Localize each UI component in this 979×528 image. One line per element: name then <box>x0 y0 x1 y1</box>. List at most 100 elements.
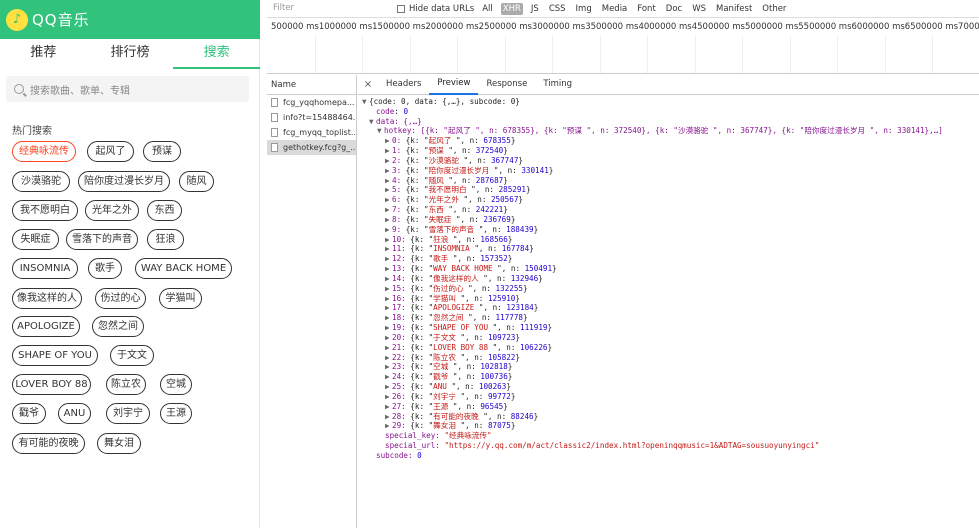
hot-keyword-chip[interactable]: 空城 <box>160 374 192 395</box>
collapse-triangle-icon[interactable]: ▶ <box>385 372 392 382</box>
tab-search[interactable]: 搜索 <box>173 39 261 69</box>
json-line: ▶ 22: {k: "陈立农 ", n: 105822} <box>385 352 520 363</box>
collapse-triangle-icon[interactable]: ▶ <box>385 303 392 313</box>
tab-preview[interactable]: Preview <box>429 74 479 95</box>
hot-keyword-chip[interactable]: 起风了 <box>87 141 134 162</box>
hot-keyword-chip[interactable]: 雪落下的声音 <box>66 229 138 250</box>
hot-keyword-chip[interactable]: 东西 <box>147 200 182 221</box>
collapse-triangle-icon[interactable]: ▶ <box>385 205 392 215</box>
hot-keyword-chip[interactable]: 经典咏流传 <box>12 141 76 162</box>
name-column-header[interactable]: Name <box>267 75 356 95</box>
expand-triangle-icon[interactable]: ▼ <box>377 126 384 136</box>
type-filter-media[interactable]: Media <box>600 3 630 15</box>
collapse-triangle-icon[interactable]: ▶ <box>385 284 392 294</box>
json-line: ▶ 9: {k: "雪落下的声音 ", n: 188439} <box>385 224 539 235</box>
collapse-triangle-icon[interactable]: ▶ <box>385 274 392 284</box>
collapse-triangle-icon[interactable]: ▶ <box>385 412 392 422</box>
hot-keyword-chip[interactable]: 伤过的心 <box>95 288 146 309</box>
hot-keyword-chip[interactable]: 有可能的夜晚 <box>12 433 85 454</box>
request-row[interactable]: info?t=15488464... <box>267 110 356 125</box>
hot-keyword-chip[interactable]: 像我这样的人 <box>12 288 82 309</box>
collapse-triangle-icon[interactable]: ▶ <box>385 215 392 225</box>
hot-keyword-chip[interactable]: APOLOGIZE <box>12 316 80 337</box>
collapse-triangle-icon[interactable]: ▶ <box>385 402 392 412</box>
collapse-triangle-icon[interactable]: ▶ <box>385 185 392 195</box>
collapse-triangle-icon[interactable]: ▶ <box>385 166 392 176</box>
hot-keyword-chip[interactable]: 随风 <box>179 171 214 192</box>
hot-keyword-chip[interactable]: 失眠症 <box>12 229 59 250</box>
hot-keyword-chip[interactable]: 歌手 <box>88 258 122 279</box>
collapse-triangle-icon[interactable]: ▶ <box>385 362 392 372</box>
collapse-triangle-icon[interactable]: ▶ <box>385 254 392 264</box>
hot-keyword-chip[interactable]: 学猫叫 <box>159 288 202 309</box>
hot-keyword-chip[interactable]: 戳爷 <box>12 403 46 424</box>
hot-keyword-chip[interactable]: 王源 <box>160 403 192 424</box>
type-filter-font[interactable]: Font <box>635 3 658 15</box>
hot-keyword-chip[interactable]: 预谋 <box>143 141 181 162</box>
tab-timing[interactable]: Timing <box>535 75 580 94</box>
hot-keyword-chip[interactable]: LOVER BOY 88 <box>12 374 91 395</box>
collapse-triangle-icon[interactable]: ▶ <box>385 146 392 156</box>
collapse-triangle-icon[interactable]: ▶ <box>385 323 392 333</box>
collapse-triangle-icon[interactable]: ▶ <box>385 353 392 363</box>
expand-triangle-icon[interactable]: ▼ <box>362 97 369 107</box>
hot-keyword-chip[interactable]: SHAPE OF YOU <box>12 345 98 366</box>
type-filter-manifest[interactable]: Manifest <box>714 3 754 15</box>
hot-keyword-chip[interactable]: 我不愿明白 <box>12 200 78 221</box>
collapse-triangle-icon[interactable]: ▶ <box>385 313 392 323</box>
hot-keyword-chip[interactable]: 陪你度过漫长岁月 <box>78 171 170 192</box>
collapse-triangle-icon[interactable]: ▶ <box>385 235 392 245</box>
collapse-triangle-icon[interactable]: ▶ <box>385 195 392 205</box>
hotkey-n: 167784 <box>501 244 530 254</box>
collapse-triangle-icon[interactable]: ▶ <box>385 176 392 186</box>
hot-keyword-chip[interactable]: WAY BACK HOME <box>135 258 232 279</box>
timeline-overview[interactable]: 500000 ms1000000 ms1500000 ms2000000 ms2… <box>267 18 979 74</box>
tab-headers[interactable]: Headers <box>378 75 429 94</box>
tab-charts[interactable]: 排行榜 <box>87 39 174 69</box>
collapse-triangle-icon[interactable]: ▶ <box>385 225 392 235</box>
type-filter-xhr[interactable]: XHR <box>500 2 523 15</box>
hot-keyword-chip[interactable]: 舞女泪 <box>97 433 141 454</box>
tab-response[interactable]: Response <box>478 75 535 94</box>
close-icon[interactable]: × <box>358 79 378 90</box>
hot-keyword-chip[interactable]: 狂浪 <box>147 229 184 250</box>
collapse-triangle-icon[interactable]: ▶ <box>385 421 392 431</box>
request-row[interactable]: gethotkey.fcg?g_... <box>267 140 356 155</box>
collapse-triangle-icon[interactable]: ▶ <box>385 343 392 353</box>
mobile-page: ♪ QQ音乐 推荐 排行榜 搜索 搜索歌曲、歌单、专辑 热门搜索 经典咏流传 起风… <box>0 0 261 528</box>
hide-data-urls-toggle[interactable]: Hide data URLs <box>397 4 474 14</box>
filter-input[interactable]: Filter <box>271 1 389 16</box>
type-filter-ws[interactable]: WS <box>690 3 708 15</box>
type-filter-css[interactable]: CSS <box>547 3 568 15</box>
collapse-triangle-icon[interactable]: ▶ <box>385 333 392 343</box>
search-input[interactable]: 搜索歌曲、歌单、专辑 <box>6 76 249 102</box>
type-filter-other[interactable]: Other <box>760 3 788 15</box>
collapse-triangle-icon[interactable]: ▶ <box>385 382 392 392</box>
hot-keyword-chip[interactable]: 陈立农 <box>106 374 146 395</box>
hot-keyword-chip[interactable]: INSOMNIA <box>12 258 78 279</box>
collapse-triangle-icon[interactable]: ▶ <box>385 136 392 146</box>
request-row[interactable]: fcg_yqqhomepa... <box>267 95 356 110</box>
collapse-triangle-icon[interactable]: ▶ <box>385 294 392 304</box>
hotkey-n: 367747 <box>490 155 519 165</box>
checkbox[interactable] <box>397 4 405 13</box>
collapse-triangle-icon[interactable]: ▶ <box>385 264 392 274</box>
hot-keyword-chip[interactable]: 沙漠骆驼 <box>12 171 70 192</box>
hot-keyword-chip[interactable]: 忽然之间 <box>92 316 144 337</box>
expand-triangle-icon[interactable]: ▼ <box>369 117 376 127</box>
collapse-triangle-icon[interactable]: ▶ <box>385 392 392 402</box>
hot-keyword-chip[interactable]: 刘宇宁 <box>106 403 150 424</box>
type-filter-js[interactable]: JS <box>529 3 541 15</box>
collapse-triangle-icon[interactable]: ▶ <box>385 244 392 254</box>
type-filter-all[interactable]: All <box>480 3 495 15</box>
hot-keyword-chip[interactable]: 光年之外 <box>85 200 139 221</box>
type-filter-img[interactable]: Img <box>574 3 594 15</box>
json-line: ▶ 21: {k: "LOVER BOY 88 ", n: 106226} <box>385 342 553 353</box>
request-row[interactable]: fcg_myqq_toplist... <box>267 125 356 140</box>
hot-keyword-chip[interactable]: ANU <box>58 403 91 424</box>
json-line: subcode: 0 <box>358 451 979 461</box>
tab-recommend[interactable]: 推荐 <box>0 39 87 69</box>
hot-keyword-chip[interactable]: 于文文 <box>110 345 154 366</box>
type-filter-doc[interactable]: Doc <box>664 3 684 15</box>
collapse-triangle-icon[interactable]: ▶ <box>385 156 392 166</box>
